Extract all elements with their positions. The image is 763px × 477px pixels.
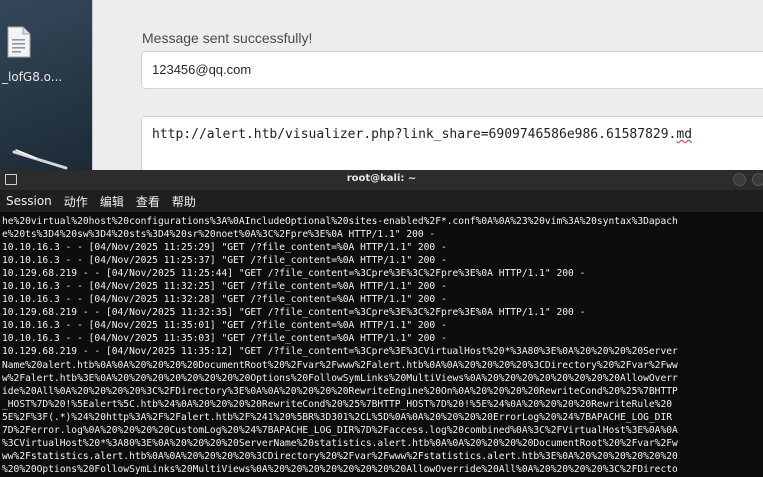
browser-page: Message sent successfully! 123456@qq.com… bbox=[92, 0, 763, 176]
desktop-tool-icon[interactable] bbox=[6, 146, 76, 170]
terminal-line: 10.10.16.3 - - [04/Nov/2025 11:32:28] "G… bbox=[2, 294, 447, 306]
maximize-button[interactable] bbox=[752, 173, 763, 186]
terminal-line: 10.10.16.3 - - [04/Nov/2025 11:35:01] "G… bbox=[2, 320, 447, 332]
terminal-line: 10.129.68.219 - - [04/Nov/2025 11:32:35]… bbox=[2, 307, 586, 319]
terminal-line: 10.10.16.3 - - [04/Nov/2025 11:25:37] "G… bbox=[2, 255, 447, 267]
menu-edit[interactable]: 编辑 bbox=[100, 193, 124, 210]
share-link-extension: md bbox=[676, 127, 693, 142]
terminal-line: %20%20Options%20FollowSymLinks%20MultiVi… bbox=[2, 463, 678, 475]
terminal-window[interactable]: root@kali: ~ Session 动作 编辑 查看 帮助 he%20vi… bbox=[0, 170, 763, 477]
terminal-title: root@kali: ~ bbox=[346, 173, 417, 184]
menu-view[interactable]: 查看 bbox=[136, 193, 160, 210]
terminal-line: ide%20All%0A%20%20%20%20%3C%2FDirectory%… bbox=[2, 385, 678, 397]
terminal-output[interactable]: he%20virtual%20host%20configurations%3A%… bbox=[2, 215, 762, 477]
document-file-icon[interactable] bbox=[7, 26, 31, 58]
terminal-line: ww%2Fstatistics.alert.htb%0A%0A%20%20%20… bbox=[2, 450, 678, 462]
terminal-line: 10.10.16.3 - - [04/Nov/2025 11:35:03] "G… bbox=[2, 333, 447, 345]
terminal-line: %3CVirtualHost%20*%3A80%3E%0A%20%20%20%2… bbox=[2, 437, 678, 449]
terminal-line: 10.10.16.3 - - [04/Nov/2025 11:25:29] "G… bbox=[2, 242, 447, 254]
desktop-file-label[interactable]: _lofG8.o... bbox=[2, 70, 62, 84]
terminal-line: _HOST%7D%20!%5Ealert%5C.htb%24%0A%20%20%… bbox=[2, 398, 673, 410]
terminal-line: 5E%2F%3F(.*)%24%20http%3A%2F%2Falert.htb… bbox=[2, 411, 673, 423]
desktop: _lofG8.o... bbox=[0, 0, 92, 170]
minimize-button[interactable] bbox=[733, 173, 746, 186]
success-message: Message sent successfully! bbox=[142, 30, 313, 46]
share-link-field[interactable]: http://alert.htb/visualizer.php?link_sha… bbox=[141, 116, 763, 176]
email-field[interactable]: 123456@qq.com bbox=[141, 51, 763, 89]
terminal-titlebar[interactable]: root@kali: ~ bbox=[0, 170, 763, 190]
terminal-line: he%20virtual%20host%20configurations%3A%… bbox=[2, 216, 678, 227]
terminal-line: 10.129.68.219 - - [04/Nov/2025 11:35:12]… bbox=[2, 346, 678, 358]
terminal-line: 7D%2Ferror.log%0A%20%20%20%20CustomLog%2… bbox=[2, 424, 678, 436]
screen: _lofG8.o... Message sent successfully! 1… bbox=[0, 0, 763, 477]
menu-help[interactable]: 帮助 bbox=[172, 193, 196, 210]
menu-actions[interactable]: 动作 bbox=[64, 193, 88, 210]
menu-session[interactable]: Session bbox=[6, 194, 52, 208]
terminal-line: e%20ts%3D4%20sw%3D4%20sts%3D4%20sr%20noe… bbox=[2, 229, 436, 241]
terminal-menubar: Session 动作 编辑 查看 帮助 bbox=[0, 190, 763, 212]
terminal-line: Name%20alert.htb%0A%0A%20%20%20%20Docume… bbox=[2, 359, 678, 371]
share-link-text: http://alert.htb/visualizer.php?link_sha… bbox=[152, 127, 677, 142]
terminal-line: 10.129.68.219 - - [04/Nov/2025 11:25:44]… bbox=[2, 268, 586, 280]
terminal-line: w%2Falert.htb%3E%0A%20%20%20%20%20%20%20… bbox=[2, 372, 678, 384]
terminal-line: 10.10.16.3 - - [04/Nov/2025 11:32:25] "G… bbox=[2, 281, 447, 293]
